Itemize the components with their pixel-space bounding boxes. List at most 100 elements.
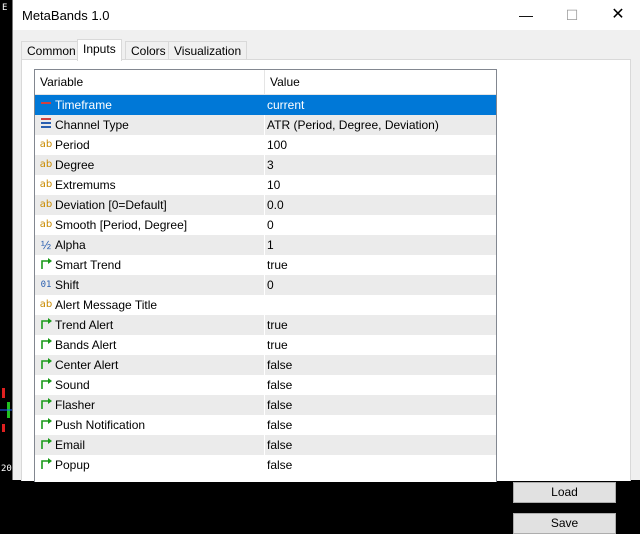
table-row[interactable]: Bands Alert true xyxy=(35,335,496,355)
row-value[interactable]: 10 xyxy=(267,175,492,195)
row-value[interactable]: 0 xyxy=(267,275,492,295)
row-divider xyxy=(264,135,265,155)
maximize-icon: ☐ xyxy=(565,7,579,23)
table-row[interactable]: Timeframe current xyxy=(35,95,496,115)
maximize-button[interactable]: ☐ xyxy=(549,0,595,30)
row-value[interactable]: false xyxy=(267,435,492,455)
tab-inputs[interactable]: Inputs xyxy=(77,39,122,61)
row-value[interactable]: 3 xyxy=(267,155,492,175)
row-variable: Popup xyxy=(55,458,90,472)
row-variable: Deviation [0=Default] xyxy=(55,198,167,212)
table-row[interactable]: 01 Shift 0 xyxy=(35,275,496,295)
row-value[interactable]: false xyxy=(267,375,492,395)
table-row[interactable]: Email false xyxy=(35,435,496,455)
row-variable: Alert Message Title xyxy=(55,298,158,312)
dialog-window: MetaBands 1.0 — ☐ ✕ Common Inputs Colors… xyxy=(12,0,640,534)
row-variable: Bands Alert xyxy=(55,338,117,352)
string-ab-icon: ab xyxy=(39,139,53,150)
row-divider xyxy=(264,235,265,255)
table-row[interactable]: ab Period 100 xyxy=(35,135,496,155)
tab-visualization[interactable]: Visualization xyxy=(168,41,248,60)
table-row[interactable]: Sound false xyxy=(35,375,496,395)
inputs-panel: Variable Value Timeframe current Channel T… xyxy=(21,59,631,534)
row-value[interactable]: 0.0 xyxy=(267,195,492,215)
bool-arrow-icon xyxy=(39,357,53,373)
tab-colors[interactable]: Colors xyxy=(125,41,172,60)
row-divider xyxy=(264,375,265,395)
string-ab-icon: ab xyxy=(39,159,53,170)
row-value[interactable]: current xyxy=(267,95,492,115)
table-row[interactable]: ½ Alpha 1 xyxy=(35,235,496,255)
bool-arrow-icon xyxy=(39,437,53,453)
header-value[interactable]: Value xyxy=(270,70,300,94)
table-row[interactable]: Push Notification false xyxy=(35,415,496,435)
table-row[interactable]: ab Degree 3 xyxy=(35,155,496,175)
row-divider xyxy=(264,95,265,115)
row-value[interactable]: false xyxy=(267,395,492,415)
table-row[interactable]: ab Smooth [Period, Degree] 0 xyxy=(35,215,496,235)
row-value[interactable]: false xyxy=(267,355,492,375)
row-divider xyxy=(264,195,265,215)
row-variable: Period xyxy=(55,138,90,152)
row-divider xyxy=(264,415,265,435)
grid-header: Variable Value xyxy=(35,70,496,95)
row-variable: Smart Trend xyxy=(55,258,122,272)
inputs-grid: Variable Value Timeframe current Channel T… xyxy=(34,69,497,482)
bool-arrow-icon xyxy=(39,457,53,473)
row-variable: Timeframe xyxy=(55,98,112,112)
row-value[interactable]: false xyxy=(267,415,492,435)
row-variable: Sound xyxy=(55,378,90,392)
enum-list-icon xyxy=(39,117,53,133)
table-row[interactable]: Popup false xyxy=(35,455,496,475)
row-variable: Channel Type xyxy=(55,118,129,132)
row-variable: Push Notification xyxy=(55,418,146,432)
row-divider xyxy=(264,275,265,295)
bool-arrow-icon xyxy=(39,257,53,273)
row-divider xyxy=(264,395,265,415)
close-icon: ✕ xyxy=(611,6,625,23)
row-variable: Shift xyxy=(55,278,80,292)
load-button[interactable]: Load xyxy=(513,482,616,503)
fraction-half-icon: ½ xyxy=(40,238,51,252)
table-row[interactable]: Smart Trend true xyxy=(35,255,496,275)
row-divider xyxy=(264,355,265,375)
row-variable: Flasher xyxy=(55,398,96,412)
minimize-icon: — xyxy=(519,7,533,23)
table-row[interactable]: Trend Alert true xyxy=(35,315,496,335)
table-row[interactable]: Center Alert false xyxy=(35,355,496,375)
row-divider xyxy=(264,335,265,355)
row-divider xyxy=(264,215,265,235)
save-button[interactable]: Save xyxy=(513,513,616,534)
background-edge-label-bottom: 20 xyxy=(1,464,12,474)
table-row[interactable]: ab Deviation [0=Default] 0.0 xyxy=(35,195,496,215)
close-button[interactable]: ✕ xyxy=(595,0,640,30)
row-value[interactable]: true xyxy=(267,255,492,275)
table-row[interactable]: Flasher false xyxy=(35,395,496,415)
row-divider xyxy=(264,455,265,475)
row-value[interactable]: 0 xyxy=(267,215,492,235)
table-row[interactable]: ab Alert Message Title xyxy=(35,295,496,315)
table-row[interactable]: Channel Type ATR (Period, Degree, Deviati… xyxy=(35,115,496,135)
row-value[interactable]: 100 xyxy=(267,135,492,155)
header-variable[interactable]: Variable xyxy=(40,70,83,94)
row-value[interactable]: 1 xyxy=(267,235,492,255)
row-variable: Degree xyxy=(55,158,95,172)
row-value[interactable]: true xyxy=(267,315,492,335)
string-ab-icon: ab xyxy=(39,199,53,210)
background-edge-label-top: E xyxy=(2,3,8,13)
table-row[interactable]: ab Extremums 10 xyxy=(35,175,496,195)
minimize-button[interactable]: — xyxy=(503,0,549,30)
bool-arrow-icon xyxy=(39,377,53,393)
row-value[interactable]: ATR (Period, Degree, Deviation) xyxy=(267,115,492,135)
tab-common[interactable]: Common xyxy=(21,41,82,60)
string-ab-icon: ab xyxy=(39,299,53,310)
title-bar[interactable]: MetaBands 1.0 — ☐ ✕ xyxy=(13,0,640,30)
row-divider xyxy=(264,315,265,335)
row-value[interactable]: false xyxy=(267,455,492,475)
row-variable: Email xyxy=(55,438,86,452)
bool-arrow-icon xyxy=(39,417,53,433)
row-value[interactable]: true xyxy=(267,335,492,355)
header-divider[interactable] xyxy=(264,70,265,94)
bool-arrow-icon xyxy=(39,337,53,353)
row-divider xyxy=(264,295,265,315)
